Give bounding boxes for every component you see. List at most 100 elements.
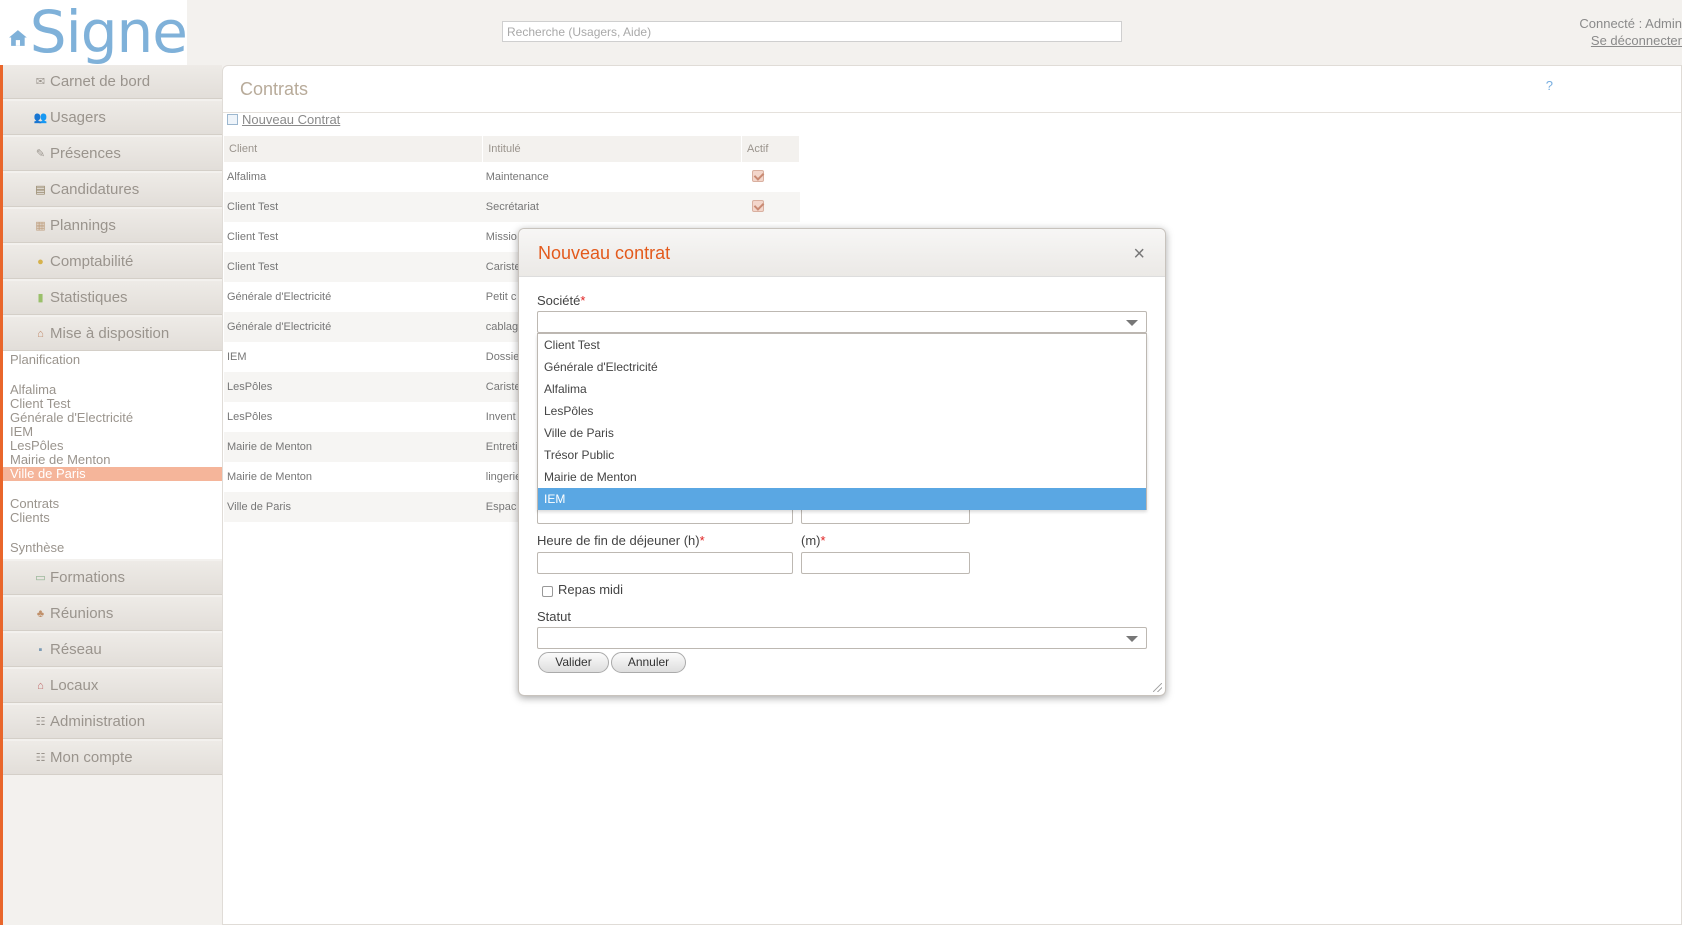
client-link-generale-electricite[interactable]: Générale d'Electricité — [10, 411, 222, 425]
planning-panel: Planification Alfalima Client Test Génér… — [3, 351, 222, 559]
cell-client: LesPôles — [224, 372, 483, 402]
nav-group-bottom: ▭ Formations ♣ Réunions ▪ Réseau ⌂ Locaux ☷ A… — [3, 561, 222, 775]
list-icon: ☷ — [35, 752, 46, 764]
cell-client: Alfalima — [227, 171, 267, 183]
page-title: Contrats — [223, 66, 1681, 113]
statut-label: Statut — [537, 609, 571, 624]
previous-hour-input[interactable] — [537, 508, 793, 524]
nav-mise-a-disposition[interactable]: ⌂ Mise à disposition — [3, 317, 222, 351]
client-link-lespoles[interactable]: LesPôles — [10, 439, 222, 453]
required-mark: * — [580, 293, 586, 308]
list-icon: ☷ — [35, 716, 46, 728]
column-header-intitule[interactable]: Intitulé — [482, 136, 743, 162]
societe-option[interactable]: LesPôles — [538, 400, 1146, 422]
societe-option[interactable]: Générale d'Electricité — [538, 356, 1146, 378]
logo-text: Signe — [29, 0, 188, 66]
new-contract-link[interactable]: Nouveau Contrat — [227, 112, 340, 127]
help-link[interactable]: ? — [1546, 78, 1553, 93]
societe-option-highlighted[interactable]: IEM — [538, 488, 1146, 510]
active-checkbox[interactable] — [751, 199, 764, 212]
nav-label: Locaux — [50, 677, 99, 694]
logout-link[interactable]: Se déconnecter — [1579, 32, 1682, 49]
societe-option[interactable]: Trésor Public — [538, 444, 1146, 466]
annuler-button[interactable]: Annuler — [611, 652, 686, 673]
board-icon: ▭ — [35, 572, 46, 584]
client-link-ville-de-paris[interactable]: Ville de Paris — [3, 467, 222, 481]
table-row[interactable]: Alfalima Maintenance — [224, 162, 800, 192]
nav-label: Réunions — [50, 605, 114, 622]
network-icon: ▪ — [38, 643, 43, 656]
column-header-actif[interactable]: Actif — [741, 136, 800, 162]
statut-select[interactable] — [537, 627, 1147, 649]
folder-icon: ▤ — [35, 184, 46, 196]
client-link-iem[interactable]: IEM — [10, 425, 222, 439]
societe-option[interactable]: Mairie de Menton — [538, 466, 1146, 488]
add-document-icon — [227, 114, 238, 125]
societe-option[interactable]: Alfalima — [538, 378, 1146, 400]
nav-presences[interactable]: ✎ Présences — [3, 137, 222, 171]
building-icon: ⌂ — [37, 679, 44, 692]
nav-label: Statistiques — [50, 289, 128, 306]
table-row[interactable]: Client Test Secrétariat — [224, 192, 800, 222]
nav-label: Formations — [50, 569, 126, 586]
close-icon[interactable]: × — [1133, 243, 1145, 266]
section-synthese: Synthèse — [10, 540, 65, 555]
societe-option[interactable]: Ville de Paris — [538, 422, 1146, 444]
valider-button[interactable]: Valider — [538, 652, 609, 673]
table-header-row: Client Intitulé Actif — [224, 136, 800, 162]
dialog-title: Nouveau contrat — [519, 229, 1165, 277]
clients-link[interactable]: Clients — [10, 511, 222, 525]
house-logo-icon — [9, 29, 27, 46]
repas-midi-checkbox[interactable] — [542, 586, 553, 597]
nav-label: Mon compte — [50, 749, 133, 766]
cell-intitule: Secrétariat — [482, 192, 742, 222]
nav-statistiques[interactable]: ▮ Statistiques — [3, 281, 222, 315]
contracts-link[interactable]: Contrats — [10, 497, 222, 511]
client-link-alfalima[interactable]: Alfalima — [10, 383, 222, 397]
nav-plannings[interactable]: ▦ Plannings — [3, 209, 222, 243]
active-checkbox[interactable] — [751, 169, 764, 182]
required-mark: * — [820, 533, 826, 548]
chevron-down-icon — [1126, 636, 1138, 642]
client-link-mairie-de-menton[interactable]: Mairie de Menton — [10, 453, 222, 467]
client-link-client-test[interactable]: Client Test — [10, 397, 222, 411]
meeting-icon: ♣ — [36, 607, 45, 620]
nav-formations[interactable]: ▭ Formations — [3, 561, 222, 595]
nav-label: Carnet de bord — [50, 73, 151, 90]
previous-minute-input[interactable] — [801, 508, 970, 524]
lunch-end-minute-label-text: (m) — [801, 533, 821, 548]
lunch-end-minute-input[interactable] — [801, 552, 970, 574]
societe-select[interactable] — [537, 311, 1147, 333]
nav-comptabilite[interactable]: ● Comptabilité — [3, 245, 222, 279]
cell-client: Générale d'Electricité — [227, 291, 332, 303]
societe-dropdown-list: Client Test Générale d'Electricité Alfal… — [537, 333, 1147, 510]
resize-handle[interactable] — [1153, 683, 1162, 692]
connected-label: Connecté : Admin — [1579, 16, 1682, 31]
lunch-end-minute-label: (m)* — [801, 533, 826, 548]
cell-actif — [741, 192, 800, 222]
sidebar: ✉ Carnet de bord 👥 Usagers ✎ Présences ▤ Can… — [3, 65, 222, 777]
lunch-end-hour-label: Heure de fin de déjeuner (h)* — [537, 533, 705, 548]
lunch-end-hour-input[interactable] — [537, 552, 793, 574]
new-contract-label: Nouveau Contrat — [242, 112, 341, 127]
nav-carnet-de-bord[interactable]: ✉ Carnet de bord — [3, 65, 222, 99]
bar-chart-icon: ▮ — [37, 292, 44, 304]
societe-option[interactable]: Client Test — [538, 334, 1146, 356]
cell-client: Générale d'Electricité — [224, 312, 483, 342]
nav-reunions[interactable]: ♣ Réunions — [3, 597, 222, 631]
nav-candidatures[interactable]: ▤ Candidatures — [3, 173, 222, 207]
cell-client: Mairie de Menton — [224, 432, 483, 462]
nav-mon-compte[interactable]: ☷ Mon compte — [3, 741, 222, 775]
app-logo[interactable]: Signe — [0, 0, 188, 66]
nav-administration[interactable]: ☷ Administration — [3, 705, 222, 739]
societe-label-text: Société — [537, 293, 581, 308]
nav-reseau[interactable]: ▪ Réseau — [3, 633, 222, 667]
new-contract-dialog: Nouveau contrat × Société* Heure de fin … — [518, 228, 1166, 696]
nav-locaux[interactable]: ⌂ Locaux — [3, 669, 222, 703]
nav-label: Usagers — [50, 109, 106, 126]
search-input[interactable] — [502, 21, 1122, 42]
column-header-client[interactable]: Client — [224, 136, 484, 162]
users-icon: 👥 — [33, 112, 48, 124]
nav-usagers[interactable]: 👥 Usagers — [3, 101, 222, 135]
nav-label: Comptabilité — [50, 253, 134, 270]
